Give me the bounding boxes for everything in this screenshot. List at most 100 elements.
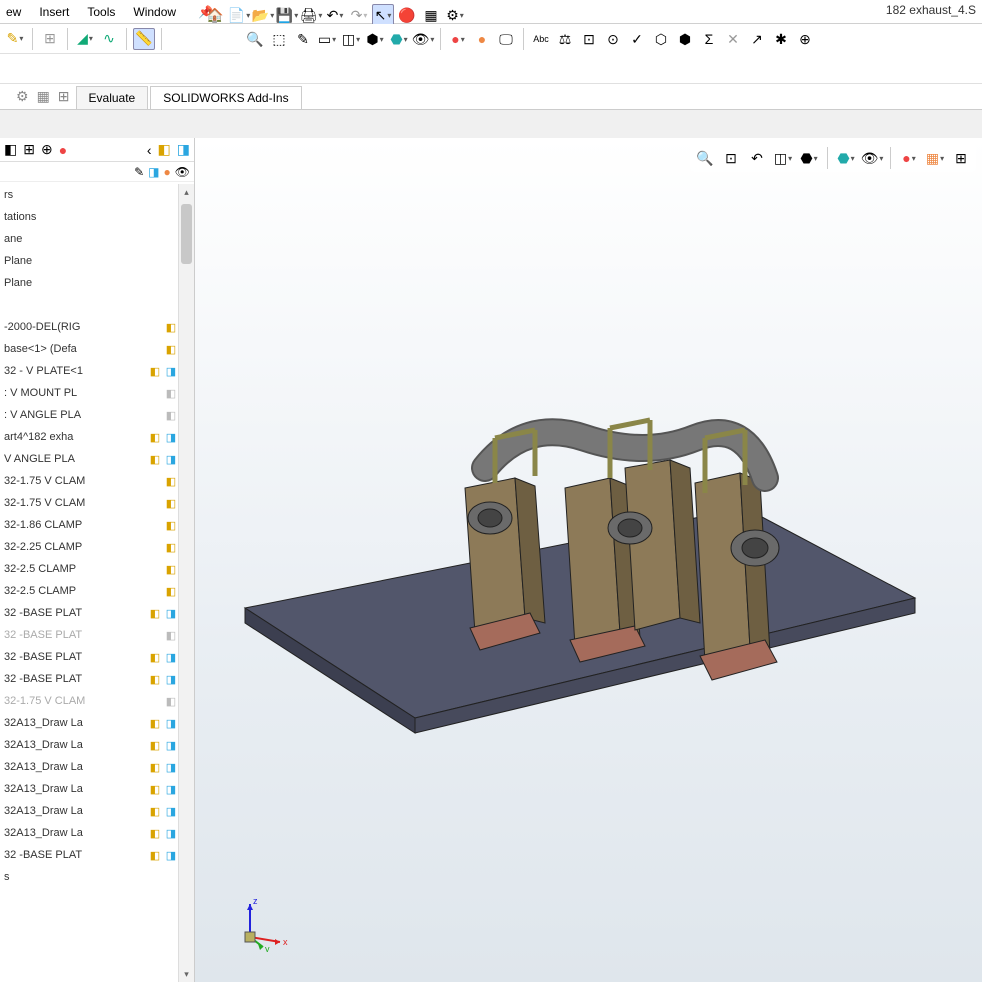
view-orient-icon[interactable]: ⬣ <box>797 147 821 169</box>
feature7-icon[interactable]: ⬣ <box>388 28 410 50</box>
graphics-viewport[interactable]: 🔍 ⊡ ↶ ◫ ⬣ ⬣ 👁 ● ▦ ⊞ <box>195 138 982 982</box>
gear-icon[interactable]: ⚙ <box>444 4 466 26</box>
hide-show-icon[interactable]: 👁 <box>412 28 434 50</box>
select-cursor-icon[interactable]: ↖ <box>372 4 394 26</box>
scroll-thumb[interactable] <box>181 204 192 264</box>
tree-item[interactable]: : V MOUNT PL <box>0 382 194 404</box>
view-settings-icon[interactable]: ⊞ <box>949 147 973 169</box>
tree-item[interactable]: tations <box>0 206 194 228</box>
tree-item[interactable]: Plane <box>0 250 194 272</box>
hide-show2-icon[interactable]: 👁 <box>860 147 884 169</box>
cm-icon1[interactable]: ⚙ <box>16 88 29 105</box>
tab-addins[interactable]: SOLIDWORKS Add-Ins <box>150 86 301 109</box>
tree-hdr-cube1-icon[interactable]: ◧ <box>158 141 171 158</box>
tool-d-icon[interactable]: ⬡ <box>650 28 672 50</box>
tree-item[interactable]: 32 -BASE PLAT <box>0 646 194 668</box>
menu-insert[interactable]: Insert <box>39 5 69 19</box>
tree-item[interactable]: 32A13_Draw La <box>0 734 194 756</box>
home-icon[interactable]: 🏠 <box>204 4 226 26</box>
rebuild-icon[interactable]: 🔴 <box>396 4 418 26</box>
sub-eye-icon[interactable]: 👁 <box>175 165 190 179</box>
appearance1-icon[interactable]: ● <box>447 28 469 50</box>
feature2-icon[interactable]: ⬚ <box>268 28 290 50</box>
tool-h-icon[interactable]: ✱ <box>770 28 792 50</box>
open-icon[interactable]: 📂 <box>252 4 274 26</box>
tree-item[interactable]: 32 -BASE PLAT <box>0 602 194 624</box>
tree-item[interactable]: art4^182 exha <box>0 426 194 448</box>
tree-item[interactable]: -2000-DEL(RIG <box>0 316 194 338</box>
tree-item[interactable]: base<1> (Defa <box>0 338 194 360</box>
new-doc-icon[interactable]: 📄 <box>228 4 250 26</box>
display-icon[interactable]: 🖵 <box>495 28 517 50</box>
tree-scrollbar[interactable]: ▴ ▾ <box>178 184 194 982</box>
tree-tab2-icon[interactable]: ⊞ <box>23 141 35 158</box>
curve-icon[interactable]: ∿ <box>98 28 120 50</box>
tree-item[interactable]: Plane <box>0 272 194 294</box>
options-panel-icon[interactable]: ▦ <box>420 4 442 26</box>
balance-icon[interactable]: ⚖ <box>554 28 576 50</box>
zoom-fit-icon[interactable]: 🔍 <box>693 147 717 169</box>
feature6-icon[interactable]: ⬢ <box>364 28 386 50</box>
sigma-icon[interactable]: Σ <box>698 28 720 50</box>
tree-tab3-icon[interactable]: ⊕ <box>41 141 53 158</box>
measure-icon[interactable]: 📏 <box>133 28 155 50</box>
tree-item[interactable]: 32-2.5 CLAMP <box>0 558 194 580</box>
tool-b-icon[interactable]: ⊙ <box>602 28 624 50</box>
sub-cube1-icon[interactable]: ◨ <box>148 165 159 179</box>
tree-tab4-icon[interactable]: ● <box>59 142 67 158</box>
scroll-up-icon[interactable]: ▴ <box>179 184 194 200</box>
display-style-icon[interactable]: ⬣ <box>834 147 858 169</box>
tree-item[interactable]: 32A13_Draw La <box>0 756 194 778</box>
abc-icon[interactable]: Abc <box>530 28 552 50</box>
view-triad[interactable]: x y z <box>235 892 295 952</box>
tree-item[interactable]: 32-2.5 CLAMP <box>0 580 194 602</box>
tree-item[interactable]: 32 -BASE PLAT <box>0 624 194 646</box>
tool-i-icon[interactable]: ⊕ <box>794 28 816 50</box>
tree-item[interactable]: 32A13_Draw La <box>0 800 194 822</box>
menu-tools[interactable]: Tools <box>87 5 115 19</box>
cm-icon2[interactable]: ▦ <box>37 88 50 105</box>
apply-scene-icon[interactable]: ▦ <box>923 147 947 169</box>
tool-c-icon[interactable]: ✓ <box>626 28 648 50</box>
tree-item[interactable]: 32-1.75 V CLAM <box>0 470 194 492</box>
chevron-left-icon[interactable]: ‹ <box>147 142 152 158</box>
tree-item[interactable]: V ANGLE PLA <box>0 448 194 470</box>
print-icon[interactable]: 🖨 <box>300 4 322 26</box>
tool-g-icon[interactable]: ↗ <box>746 28 768 50</box>
prev-view-icon[interactable]: ↶ <box>745 147 769 169</box>
menu-window[interactable]: Window <box>133 5 176 19</box>
sub-cube2-icon[interactable]: ● <box>164 165 171 179</box>
sketch-icon[interactable]: ◢ <box>74 28 96 50</box>
tree-hdr-cube2-icon[interactable]: ◨ <box>177 141 190 158</box>
tree-item[interactable]: 32-1.75 V CLAM <box>0 690 194 712</box>
feature1-icon[interactable]: 🔍 <box>244 28 266 50</box>
tree-item[interactable]: 32-2.25 CLAMP <box>0 536 194 558</box>
tree-item[interactable]: ane <box>0 228 194 250</box>
pattern-icon[interactable]: ⊞ <box>39 28 61 50</box>
section-view-icon[interactable]: ◫ <box>771 147 795 169</box>
feature-tree[interactable]: rstationsanePlanePlane-2000-DEL(RIGbase<… <box>0 184 194 982</box>
zoom-area-icon[interactable]: ⊡ <box>719 147 743 169</box>
tree-tab1-icon[interactable]: ◧ <box>4 141 17 158</box>
appearance2-icon[interactable]: ● <box>471 28 493 50</box>
tool-e-icon[interactable]: ⬢ <box>674 28 696 50</box>
feature4-icon[interactable]: ▭ <box>316 28 338 50</box>
tree-item[interactable]: 32-1.75 V CLAM <box>0 492 194 514</box>
redo-icon[interactable]: ↷ <box>348 4 370 26</box>
menu-view[interactable]: ew <box>6 5 21 19</box>
feature5-icon[interactable]: ◫ <box>340 28 362 50</box>
feature3-icon[interactable]: ✎ <box>292 28 314 50</box>
tree-item[interactable]: : V ANGLE PLA <box>0 404 194 426</box>
tab-evaluate[interactable]: Evaluate <box>76 86 149 109</box>
tool-f-icon[interactable]: ✕ <box>722 28 744 50</box>
tree-item[interactable]: 32A13_Draw La <box>0 778 194 800</box>
undo-icon[interactable]: ↶ <box>324 4 346 26</box>
tree-item[interactable]: 32A13_Draw La <box>0 712 194 734</box>
tree-item[interactable] <box>0 294 194 316</box>
tree-item[interactable]: rs <box>0 184 194 206</box>
tool-a-icon[interactable]: ⊡ <box>578 28 600 50</box>
edit-appearance-icon[interactable]: ● <box>897 147 921 169</box>
tree-item[interactable]: 32 -BASE PLAT <box>0 844 194 866</box>
tree-item[interactable]: s <box>0 866 194 888</box>
tree-item[interactable]: 32-1.86 CLAMP <box>0 514 194 536</box>
